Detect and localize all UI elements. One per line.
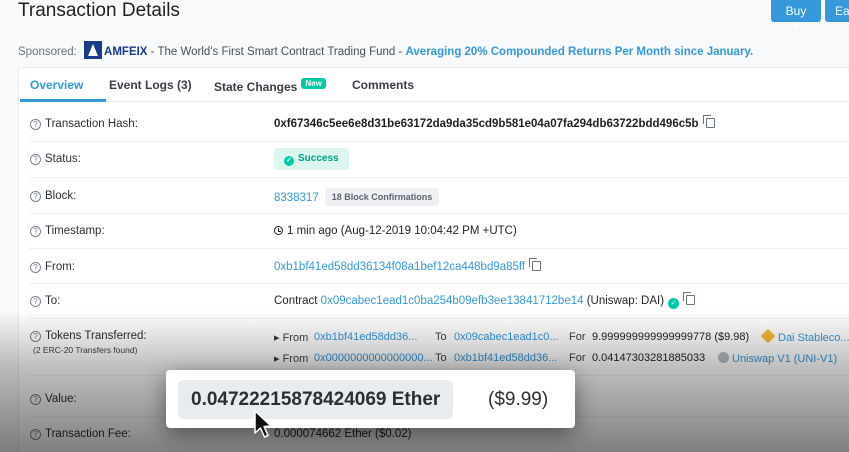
buy-button[interactable]: Buy ▾ xyxy=(771,0,821,32)
tab-event-logs[interactable]: Event Logs (3) xyxy=(109,78,192,92)
tokens-label-row: ? Tokens Transferred: xyxy=(30,330,147,342)
amfeix-logo-icon[interactable] xyxy=(84,41,103,59)
tokens-sublabel: (2 ERC-20 Transfers found) xyxy=(33,345,138,355)
fee-label-row: ? Transaction Fee: xyxy=(30,428,131,440)
tab-bar: Overview Event Logs (3) State Changes New… xyxy=(19,68,849,102)
sponsor-promo-link[interactable]: Averaging 20% Compounded Returns Per Mon… xyxy=(406,46,754,58)
copy-icon[interactable] xyxy=(702,115,715,128)
status-label-row: ? Status: xyxy=(30,153,81,165)
block-label: Block: xyxy=(45,190,77,202)
transfer-amount: 0.04147303281885033 xyxy=(592,352,706,364)
to-label: To: xyxy=(45,295,61,307)
mouse-cursor-icon xyxy=(254,410,272,438)
from-keyword: ▸ From xyxy=(274,353,309,365)
tx-hash-value-row: 0xf67346c5ee6e8d31be63172da9da35cd9b581e… xyxy=(274,115,715,130)
block-number-link[interactable]: 8338317 xyxy=(274,192,319,204)
help-icon[interactable]: ? xyxy=(30,119,41,130)
for-keyword: For xyxy=(569,352,586,364)
divider xyxy=(29,177,849,178)
to-keyword: To xyxy=(435,352,447,364)
clock-icon xyxy=(274,226,283,235)
timestamp-label-row: ? Timestamp: xyxy=(30,225,105,237)
to-value-row: Contract 0x09cabec1ead1c0ba254b09efb3ee1… xyxy=(274,292,696,309)
timestamp-value-row: 1 min ago (Aug-12-2019 10:04:42 PM +UTC) xyxy=(274,225,517,237)
token-link-row[interactable]: Dai Stableco... xyxy=(760,328,849,344)
timestamp-value: 1 min ago (Aug-12-2019 10:04:42 PM +UTC) xyxy=(287,225,517,237)
block-value-row: 8338317 18 Block Confirmations xyxy=(274,188,440,206)
check-circle-icon: ✓ xyxy=(284,156,294,166)
from-keyword: ▸ From xyxy=(274,332,309,344)
help-icon[interactable]: ? xyxy=(30,154,41,165)
for-keyword: For xyxy=(569,331,586,343)
sponsored-banner: Sponsored: AMFEIX - The World's First Sm… xyxy=(18,41,753,59)
active-tab-indicator xyxy=(20,99,106,102)
to-contract-name: (Uniswap: DAI) xyxy=(586,295,665,307)
page-title: Transaction Details xyxy=(18,0,180,21)
value-label-row: ? Value: xyxy=(30,393,77,405)
transfer-to-link[interactable]: 0xb1bf41ed58dd36... xyxy=(454,352,557,364)
tab-state-changes[interactable]: State Changes New xyxy=(214,78,326,94)
usd-value: ($9.99) xyxy=(488,389,549,410)
ether-value: 0.04722215878424069 Ether xyxy=(178,380,454,419)
copy-icon[interactable] xyxy=(683,292,696,305)
divider xyxy=(29,318,849,319)
status-text: Success xyxy=(298,153,339,164)
from-address-link[interactable]: 0xb1bf41ed58dd36134f08a1bef12ca448bd9a85… xyxy=(274,261,525,273)
transfer-from-link[interactable]: 0xb1bf41ed58dd36... xyxy=(314,331,417,343)
transfer-from-link[interactable]: 0x0000000000000000... xyxy=(314,352,433,364)
verified-check-icon: ✓ xyxy=(668,298,680,309)
divider xyxy=(29,248,849,249)
transfer-amount: 9.999999999999999778 ($9.98) xyxy=(592,331,750,343)
block-confirmations-badge: 18 Block Confirmations xyxy=(324,188,440,206)
divider xyxy=(29,283,849,284)
fee-label: Transaction Fee: xyxy=(45,428,131,440)
help-icon[interactable]: ? xyxy=(30,296,41,307)
divider xyxy=(29,213,849,214)
from-label-row: ? From: xyxy=(30,261,75,273)
token-name-link[interactable]: Dai Stableco... xyxy=(778,332,849,344)
earn-button[interactable]: Ear xyxy=(825,0,849,22)
sponsor-brand[interactable]: AMFEIX xyxy=(104,46,147,58)
tx-hash-label-row: ? Transaction Hash: xyxy=(30,118,138,130)
to-address-link[interactable]: 0x09cabec1ead1c0ba254b09efb3ee13841712be… xyxy=(321,295,584,307)
tx-hash-value: 0xf67346c5ee6e8d31be63172da9da35cd9b581e… xyxy=(274,118,699,130)
copy-icon[interactable] xyxy=(529,258,542,271)
status-badge: ✓ Success xyxy=(274,148,349,170)
help-icon[interactable]: ? xyxy=(30,394,41,405)
token-name-link[interactable]: Uniswap V1 (UNI-V1) xyxy=(732,353,837,365)
from-label: From: xyxy=(45,261,76,273)
uniswap-token-icon xyxy=(718,352,729,363)
sponsored-label: Sponsored: xyxy=(18,46,77,58)
sponsor-description: - The World's First Smart Contract Tradi… xyxy=(147,46,406,58)
transfer-to-link[interactable]: 0x09cabec1ead1c0... xyxy=(454,331,559,343)
token-link-row[interactable]: Uniswap V1 (UNI-V1) xyxy=(716,352,837,365)
status-label: Status: xyxy=(45,153,81,165)
dai-token-icon xyxy=(760,328,776,344)
zoomed-value-callout: 0.04722215878424069 Ether ($9.99) xyxy=(166,370,575,428)
timestamp-label: Timestamp: xyxy=(45,225,105,237)
help-icon[interactable]: ? xyxy=(30,191,41,202)
tab-overview[interactable]: Overview xyxy=(30,78,83,92)
help-icon[interactable]: ? xyxy=(30,262,41,273)
value-label: Value: xyxy=(45,393,77,405)
block-label-row: ? Block: xyxy=(30,190,76,202)
help-icon[interactable]: ? xyxy=(30,429,41,440)
status-value-row: ✓ Success xyxy=(274,148,349,170)
fee-value: 0.000074662 Ether ($0.02) xyxy=(274,428,412,440)
to-prefix: Contract xyxy=(274,295,318,307)
help-icon[interactable]: ? xyxy=(30,331,41,342)
help-icon[interactable]: ? xyxy=(30,226,41,237)
tab-state-changes-label: State Changes xyxy=(214,80,298,94)
tab-comments[interactable]: Comments xyxy=(352,78,414,92)
from-value-row: 0xb1bf41ed58dd36134f08a1bef12ca448bd9a85… xyxy=(274,258,542,273)
tokens-label: Tokens Transferred: xyxy=(45,330,147,342)
new-badge: New xyxy=(301,78,326,89)
to-keyword: To xyxy=(435,331,447,343)
to-label-row: ? To: xyxy=(30,295,60,307)
divider xyxy=(29,141,849,142)
tx-hash-label: Transaction Hash: xyxy=(45,118,138,130)
